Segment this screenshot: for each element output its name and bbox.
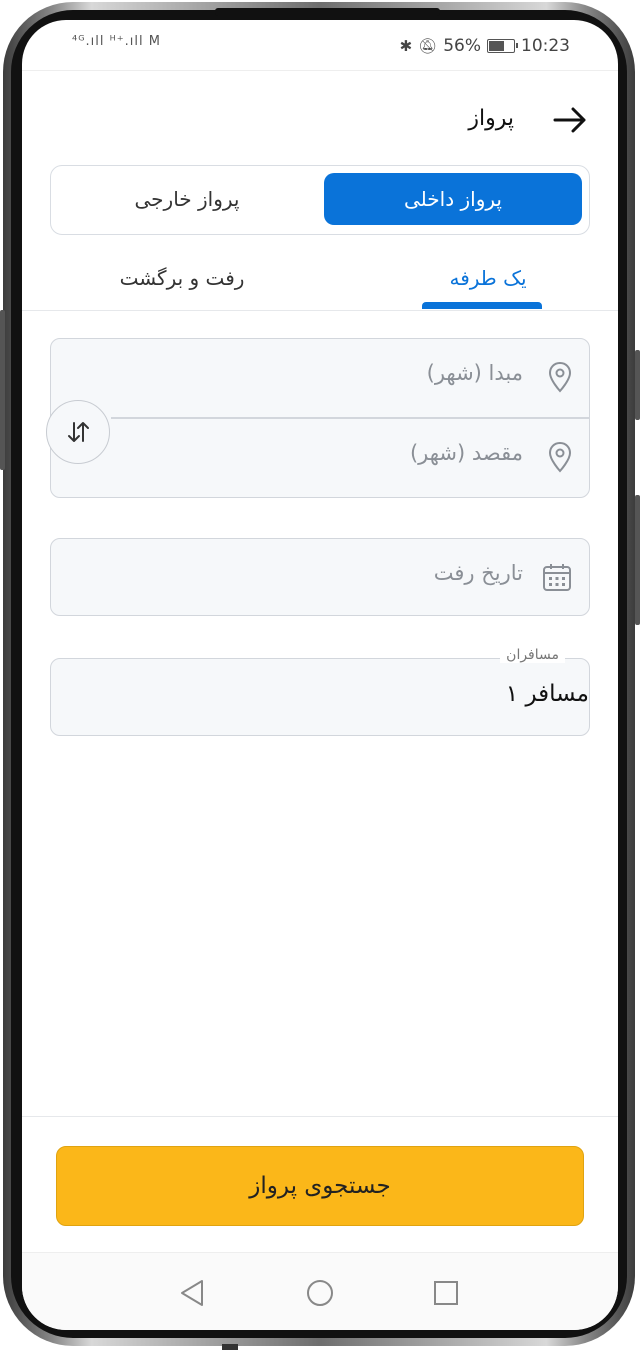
- departure-date-field[interactable]: تاریخ رفت: [50, 538, 590, 616]
- calendar-icon: [543, 564, 571, 591]
- battery-icon: [487, 39, 518, 53]
- swap-route-button[interactable]: [46, 400, 110, 464]
- app-header: پرواز: [22, 100, 618, 140]
- active-tab-indicator: [422, 302, 542, 309]
- nav-recents-icon[interactable]: [426, 1273, 466, 1313]
- power-button: [635, 495, 640, 625]
- side-button-left: [0, 310, 5, 470]
- speaker-notch: [215, 8, 440, 16]
- nav-back-icon[interactable]: [172, 1273, 212, 1313]
- back-button[interactable]: [550, 100, 590, 140]
- destination-placeholder: مقصد (شهر): [409, 441, 523, 465]
- passengers-value: ۱ مسافر: [505, 681, 589, 707]
- status-right: ✱ 🔕︎ 56% 10:23: [400, 36, 570, 56]
- departure-date-placeholder: تاریخ رفت: [433, 561, 523, 585]
- trip-type-tabs: یک طرفه رفت و برگشت: [22, 260, 618, 311]
- flight-type-segment: پرواز داخلی پرواز خارجی: [50, 165, 590, 235]
- battery-percent: 56%: [443, 36, 481, 56]
- mute-bell-icon: 🔕︎: [418, 37, 438, 55]
- clock: 10:23: [521, 36, 570, 56]
- location-pin-icon: [548, 361, 572, 393]
- passengers-label: مسافران: [500, 647, 565, 663]
- network-indicators: ⁴ᴳ.ıll ᴴ⁺.ıll M: [72, 34, 161, 49]
- origin-field[interactable]: مبدا (شهر): [69, 339, 589, 417]
- status-bar: ⁴ᴳ.ıll ᴴ⁺.ıll M ✱ 🔕︎ 56% 10:23: [22, 20, 618, 71]
- tab-round-trip[interactable]: رفت و برگشت: [72, 266, 292, 310]
- app-screen: ⁴ᴳ.ıll ᴴ⁺.ıll M ✱ 🔕︎ 56% 10:23 پرواز پرو…: [22, 20, 618, 1330]
- page-title: پرواز: [468, 106, 514, 131]
- bottom-connector: [222, 1344, 238, 1350]
- foreign-flight-button[interactable]: پرواز خارجی: [58, 173, 316, 225]
- arrow-right-icon: [553, 107, 586, 133]
- system-nav-bar: [22, 1252, 618, 1330]
- volume-button: [635, 350, 640, 420]
- destination-field[interactable]: مقصد (شهر): [69, 419, 589, 497]
- route-fields: مبدا (شهر) مقصد (شهر): [50, 338, 590, 498]
- search-flight-button[interactable]: جستجوی پرواز: [56, 1146, 584, 1226]
- bluetooth-icon: ✱: [399, 37, 413, 55]
- nav-home-icon[interactable]: [300, 1273, 340, 1313]
- location-pin-icon: [548, 441, 572, 473]
- swap-vertical-icon: [68, 422, 89, 442]
- bottom-divider: [22, 1116, 618, 1117]
- domestic-flight-button[interactable]: پرواز داخلی: [324, 173, 582, 225]
- passengers-field[interactable]: مسافران ۱ مسافر: [50, 647, 590, 736]
- origin-placeholder: مبدا (شهر): [426, 361, 523, 385]
